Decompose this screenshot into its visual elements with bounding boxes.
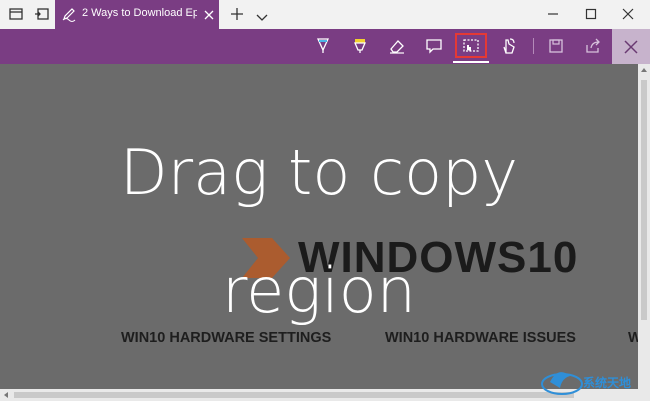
overlay-line-1: Drag to copy bbox=[119, 136, 519, 209]
nav-item-hardware-settings[interactable]: WIN10 HARDWARE SETTINGS bbox=[121, 330, 331, 346]
pen-icon bbox=[61, 6, 77, 22]
save-icon[interactable] bbox=[545, 35, 567, 57]
maximize-icon[interactable] bbox=[583, 6, 599, 22]
horizontal-scroll-thumb[interactable] bbox=[14, 392, 574, 398]
nav-item-hardware-issues[interactable]: WIN10 HARDWARE ISSUES bbox=[385, 330, 576, 346]
close-icon[interactable] bbox=[202, 7, 216, 21]
title-bar: 2 Ways to Download Ep bbox=[0, 0, 650, 29]
scroll-left-icon[interactable] bbox=[4, 392, 8, 398]
highlighter-icon[interactable] bbox=[349, 35, 371, 57]
web-note-toolbar bbox=[0, 29, 650, 64]
active-tab[interactable]: 2 Ways to Download Ep bbox=[55, 0, 219, 29]
selected-tool-highlight bbox=[455, 33, 487, 58]
exit-web-note-button[interactable] bbox=[612, 29, 650, 64]
minimize-icon[interactable] bbox=[545, 6, 561, 22]
pen-icon[interactable] bbox=[312, 35, 334, 57]
tab-title: 2 Ways to Download Ep bbox=[82, 7, 197, 19]
nav-item-partial[interactable]: W bbox=[628, 330, 638, 346]
selected-tool-underline bbox=[453, 61, 489, 63]
vertical-scrollbar[interactable] bbox=[638, 64, 650, 389]
chevron-down-icon[interactable] bbox=[256, 8, 268, 21]
scroll-up-icon[interactable] bbox=[641, 68, 647, 72]
share-icon[interactable] bbox=[582, 35, 604, 57]
eraser-icon[interactable] bbox=[386, 35, 408, 57]
close-icon bbox=[624, 40, 638, 54]
overlay-line-2: region bbox=[222, 254, 416, 327]
touch-write-icon[interactable] bbox=[497, 35, 519, 57]
set-aside-tabs-icon[interactable] bbox=[33, 5, 51, 23]
page-content[interactable]: WINDOWS10 WIN10 HARDWARE SETTINGS WIN10 … bbox=[0, 64, 638, 389]
watermark-text: 系统天地 bbox=[583, 376, 632, 390]
close-icon[interactable] bbox=[620, 6, 636, 22]
vertical-scroll-thumb[interactable] bbox=[641, 80, 647, 320]
plus-icon[interactable] bbox=[229, 6, 245, 22]
toolbar-separator bbox=[533, 38, 534, 54]
comment-icon[interactable] bbox=[423, 35, 445, 57]
tab-manager-icon[interactable] bbox=[7, 5, 25, 23]
